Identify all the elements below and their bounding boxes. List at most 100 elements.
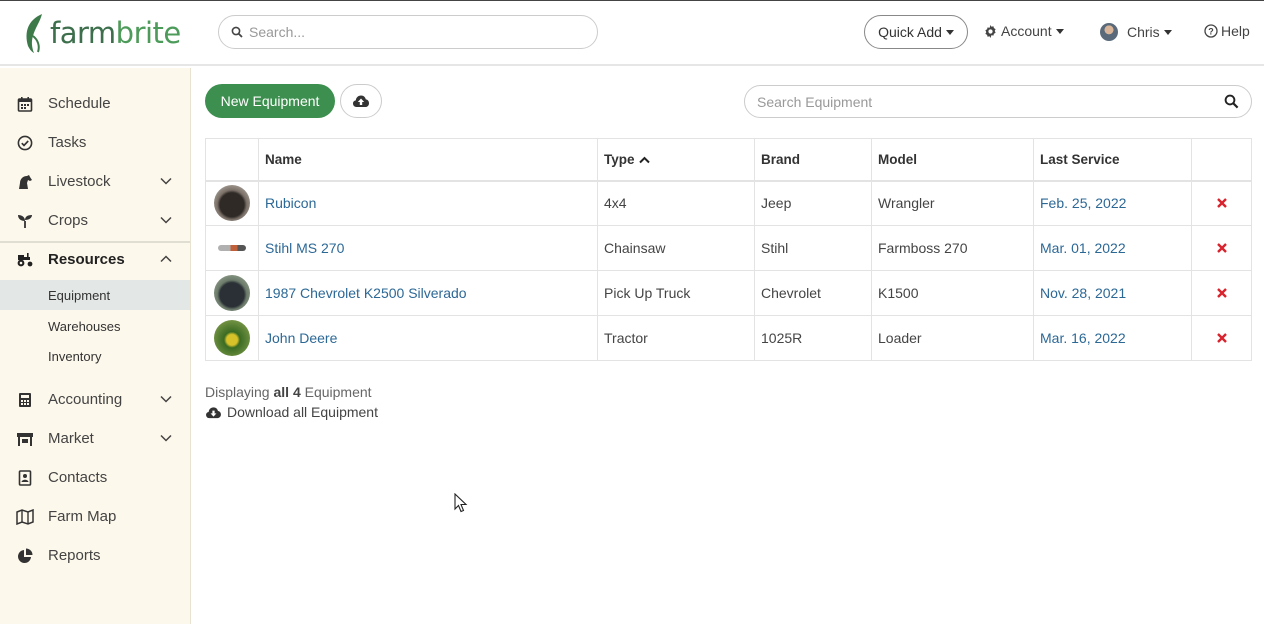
- sidebar-item-label: Reports: [48, 547, 101, 564]
- column-header-label: Type: [604, 151, 635, 167]
- table-row[interactable]: Rubicon 4x4 Jeep Wrangler Feb. 25, 2022: [205, 180, 1252, 226]
- equipment-type: Chainsaw: [597, 225, 755, 271]
- chevron-down-icon: [160, 395, 172, 403]
- equipment-type: Tractor: [597, 315, 755, 361]
- logo-farm: farm: [50, 15, 116, 50]
- sidebar-item-label: Accounting: [48, 391, 123, 408]
- column-header-label: Model: [878, 151, 917, 167]
- table-row[interactable]: Stihl MS 270 Chainsaw Stihl Farmboss 270…: [205, 225, 1252, 271]
- global-search-input[interactable]: [249, 24, 579, 40]
- account-menu[interactable]: Account: [984, 23, 1064, 39]
- equipment-name-link[interactable]: 1987 Chevrolet K2500 Silverado: [258, 270, 598, 316]
- sidebar-item-label: Tasks: [48, 134, 87, 151]
- calculator-icon: [16, 391, 34, 409]
- column-header-brand[interactable]: Brand: [754, 138, 872, 182]
- equipment-thumbnail[interactable]: [214, 230, 250, 266]
- help-link[interactable]: ? Help: [1204, 23, 1250, 39]
- sidebar-item-label: Schedule: [48, 95, 111, 112]
- tractor-icon: [16, 251, 34, 269]
- new-equipment-button[interactable]: New Equipment: [205, 84, 335, 118]
- global-search[interactable]: [218, 15, 598, 49]
- column-header-label: Brand: [761, 151, 801, 167]
- store-icon: [16, 430, 34, 448]
- sidebar-item-resources[interactable]: Resources: [0, 240, 190, 279]
- last-service-link[interactable]: Mar. 16, 2022: [1033, 315, 1192, 361]
- address-book-icon: [16, 469, 34, 487]
- thumbnail-column-header: [205, 138, 259, 182]
- sidebar-item-reports[interactable]: Reports: [0, 536, 190, 575]
- logo-wordmark: farmbrite: [50, 15, 182, 50]
- last-service-link[interactable]: Mar. 01, 2022: [1033, 225, 1192, 271]
- sidebar-item-crops[interactable]: Crops: [0, 201, 190, 240]
- equipment-model: Wrangler: [871, 180, 1034, 226]
- user-menu[interactable]: Chris: [1100, 23, 1172, 41]
- logo-brite: brite: [115, 15, 182, 50]
- calendar-icon: [16, 95, 34, 113]
- equipment-table: Name Type Brand Model Last Service Rubic…: [205, 138, 1252, 361]
- delete-icon[interactable]: [1216, 333, 1227, 343]
- chevron-up-icon: [160, 255, 172, 263]
- sidebar-item-label: Crops: [48, 212, 89, 229]
- column-header-label: Last Service: [1040, 151, 1120, 167]
- sidebar-item-label: Market: [48, 430, 94, 447]
- equipment-name-link[interactable]: John Deere: [258, 315, 598, 361]
- display-suffix: Equipment: [304, 384, 372, 400]
- last-service-link[interactable]: Feb. 25, 2022: [1033, 180, 1192, 226]
- sidebar-item-label: Farm Map: [48, 508, 117, 525]
- delete-icon[interactable]: [1216, 243, 1227, 253]
- sidebar-subitem-equipment[interactable]: Equipment: [0, 280, 190, 310]
- sidebar-subitem-inventory[interactable]: Inventory: [0, 341, 190, 371]
- sidebar-item-label: Contacts: [48, 469, 108, 486]
- mouse-cursor-icon: [454, 493, 468, 513]
- column-header-model[interactable]: Model: [871, 138, 1034, 182]
- sort-ascending-icon: [638, 156, 650, 164]
- seedling-icon: [16, 212, 34, 230]
- column-header-type[interactable]: Type: [597, 138, 755, 182]
- sidebar-item-schedule[interactable]: Schedule: [0, 84, 190, 123]
- column-header-name[interactable]: Name: [258, 138, 598, 182]
- search-icon: [231, 26, 243, 38]
- upload-button[interactable]: [340, 84, 382, 118]
- chevron-down-icon: [160, 216, 172, 224]
- equipment-name-link[interactable]: Rubicon: [258, 180, 598, 226]
- actions-column-header: [1191, 138, 1252, 182]
- equipment-thumbnail[interactable]: [214, 275, 250, 311]
- thumbnail-cell: [205, 180, 259, 226]
- equipment-search[interactable]: [744, 85, 1252, 118]
- table-row[interactable]: John Deere Tractor 1025R Loader Mar. 16,…: [205, 315, 1252, 361]
- top-header: farmbrite Quick Add Account Chris ? Help: [0, 0, 1264, 66]
- sidebar-item-accounting[interactable]: Accounting: [0, 380, 190, 419]
- thumbnail-cell: [205, 315, 259, 361]
- delete-cell: [1191, 315, 1252, 361]
- cloud-upload-icon: [353, 95, 369, 107]
- delete-icon[interactable]: [1216, 288, 1227, 298]
- download-all-link[interactable]: Download all Equipment: [205, 404, 378, 420]
- account-label: Account: [1001, 23, 1052, 39]
- sidebar-item-market[interactable]: Market: [0, 419, 190, 458]
- table-header-row: Name Type Brand Model Last Service: [205, 138, 1252, 182]
- farmbrite-logo[interactable]: farmbrite: [22, 11, 181, 55]
- equipment-brand: Chevrolet: [754, 270, 872, 316]
- equipment-type: Pick Up Truck: [597, 270, 755, 316]
- search-icon[interactable]: [1224, 94, 1239, 109]
- table-row[interactable]: 1987 Chevrolet K2500 Silverado Pick Up T…: [205, 270, 1252, 316]
- equipment-name-link[interactable]: Stihl MS 270: [258, 225, 598, 271]
- sidebar-item-farm-map[interactable]: Farm Map: [0, 497, 190, 536]
- delete-icon[interactable]: [1216, 198, 1227, 209]
- column-header-last-service[interactable]: Last Service: [1033, 138, 1192, 182]
- equipment-thumbnail[interactable]: [214, 320, 250, 356]
- last-service-link[interactable]: Nov. 28, 2021: [1033, 270, 1192, 316]
- caret-down-icon: [945, 29, 954, 35]
- leaf-logo-icon: [26, 14, 42, 53]
- sidebar-item-contacts[interactable]: Contacts: [0, 458, 190, 497]
- delete-cell: [1191, 270, 1252, 316]
- delete-cell: [1191, 225, 1252, 271]
- thumbnail-cell: [205, 225, 259, 271]
- equipment-search-input[interactable]: [757, 93, 1207, 110]
- quick-add-button[interactable]: Quick Add: [864, 15, 968, 49]
- equipment-brand: Jeep: [754, 180, 872, 226]
- sidebar-item-tasks[interactable]: Tasks: [0, 123, 190, 162]
- equipment-thumbnail[interactable]: [214, 185, 250, 222]
- sidebar-subitem-warehouses[interactable]: Warehouses: [0, 311, 190, 341]
- sidebar-item-livestock[interactable]: Livestock: [0, 162, 190, 201]
